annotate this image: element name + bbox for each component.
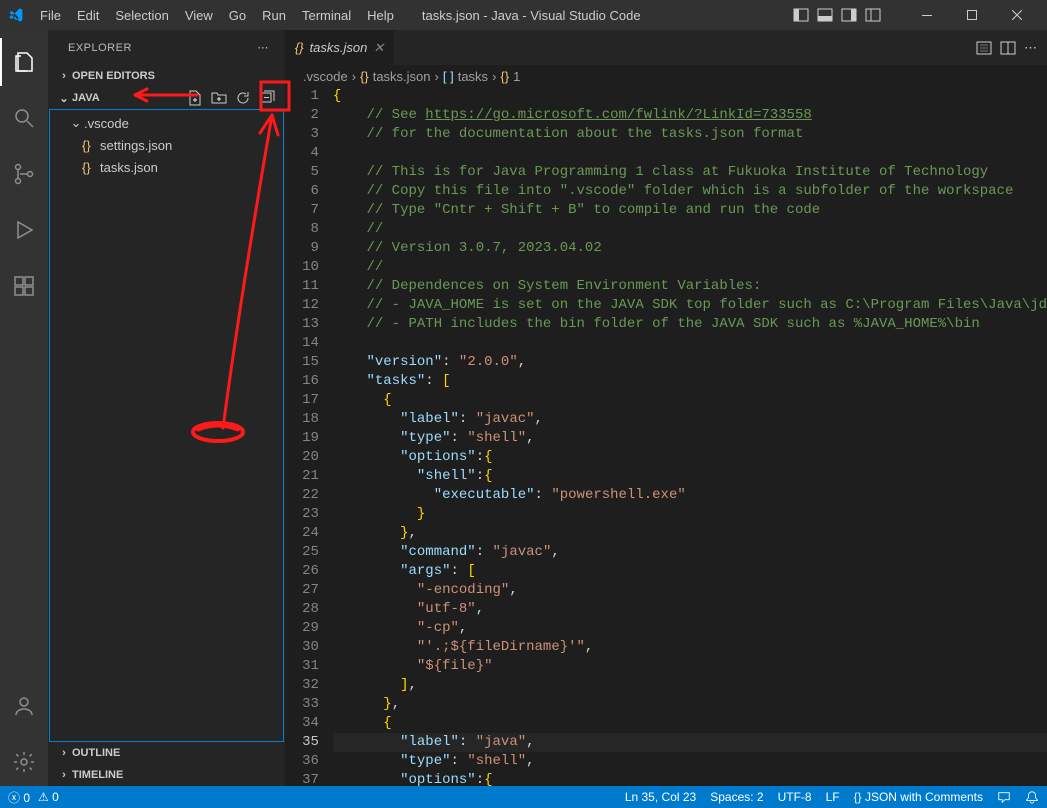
chevron-right-icon: › [56,747,72,759]
chevron-right-icon: › [56,70,72,82]
vscode-logo-icon [8,7,24,23]
activity-search[interactable] [0,94,48,142]
menu-run[interactable]: Run [254,4,294,27]
activity-run-debug[interactable] [0,206,48,254]
tree-file-settings[interactable]: {} settings.json [50,134,283,156]
menu-file[interactable]: File [32,4,69,27]
collapse-all-icon[interactable] [257,88,277,108]
layout-sidebar-left-icon[interactable] [790,4,812,26]
chevron-right-icon: › [435,69,439,84]
json-icon: {} [82,160,100,175]
status-warnings[interactable]: ⚠ 0 [38,790,59,804]
code-content[interactable]: { // See https://go.microsoft.com/fwlink… [333,87,1047,786]
minimize-button[interactable] [904,0,949,30]
editor-actions: ⋯ [966,30,1047,65]
new-folder-icon[interactable] [209,88,229,108]
folder-label: .vscode [84,116,129,131]
status-notifications-icon[interactable] [1025,790,1039,804]
editor-group: {} tasks.json ✕ ⋯ .vscode › {} tasks.jso… [285,30,1047,786]
close-icon[interactable]: ✕ [373,40,384,56]
window-controls [904,0,1039,30]
timeline-section[interactable]: › TIMELINE [48,764,285,786]
open-editors-label: OPEN EDITORS [72,70,155,82]
activity-bar [0,30,48,786]
menu-edit[interactable]: Edit [69,4,107,27]
window-title: tasks.json - Java - Visual Studio Code [402,8,790,23]
chevron-down-icon: ⌄ [68,115,84,131]
activity-explorer[interactable] [0,38,48,86]
tree-folder-vscode[interactable]: ⌄ .vscode [50,112,283,134]
workspace-name: JAVA [72,92,185,104]
status-eol[interactable]: LF [826,790,840,804]
status-errors[interactable]: ⓧ 0 [8,789,30,806]
status-indentation[interactable]: Spaces: 2 [710,790,763,804]
explorer-sidebar: EXPLORER ⋯ › OPEN EDITORS ⌄ JAVA ⌄ .vsco… [48,30,285,786]
sidebar-title: EXPLORER [68,42,257,54]
file-label: settings.json [100,138,172,153]
menu-view[interactable]: View [177,4,221,27]
line-numbers: 1234567891011121314151617181920212223242… [285,87,333,786]
outline-section[interactable]: › OUTLINE [48,742,285,764]
menu-terminal[interactable]: Terminal [294,4,359,27]
layout-customize-icon[interactable] [862,4,884,26]
breadcrumb-index[interactable]: 1 [513,69,520,84]
file-tree: ⌄ .vscode {} settings.json {} tasks.json [49,109,284,742]
sidebar-header: EXPLORER ⋯ [48,30,285,65]
layout-sidebar-right-icon[interactable] [838,4,860,26]
workspace-folder-header[interactable]: ⌄ JAVA [48,87,285,109]
activity-source-control[interactable] [0,150,48,198]
status-encoding[interactable]: UTF-8 [778,790,812,804]
json-icon: {} [500,69,509,84]
split-editor-right-icon[interactable] [1000,40,1016,56]
status-language[interactable]: {} JSON with Comments [854,790,983,804]
chevron-right-icon: › [492,69,496,84]
status-feedback-icon[interactable] [997,790,1011,804]
chevron-right-icon: › [352,69,356,84]
outline-label: OUTLINE [72,747,120,759]
timeline-label: TIMELINE [72,769,123,781]
breadcrumb[interactable]: .vscode › {} tasks.json › [ ] tasks › {}… [285,65,1047,87]
chevron-right-icon: › [56,769,72,781]
tab-label: tasks.json [310,40,368,55]
json-icon: {} [82,138,100,153]
breadcrumb-symbol[interactable]: tasks [458,69,488,84]
status-bar: ⓧ 0 ⚠ 0 Ln 35, Col 23 Spaces: 2 UTF-8 LF… [0,786,1047,808]
breadcrumb-folder[interactable]: .vscode [303,69,348,84]
array-icon: [ ] [443,69,454,84]
close-button[interactable] [994,0,1039,30]
layout-icons [790,4,884,26]
json-icon: {} [360,69,369,84]
json-icon: {} [295,40,304,55]
refresh-icon[interactable] [233,88,253,108]
menu-bar: File Edit Selection View Go Run Terminal… [32,4,402,27]
code-editor[interactable]: 1234567891011121314151617181920212223242… [285,87,1047,786]
status-cursor-position[interactable]: Ln 35, Col 23 [625,790,696,804]
tab-bar: {} tasks.json ✕ ⋯ [285,30,1047,65]
open-editors-section[interactable]: › OPEN EDITORS [48,65,285,87]
file-label: tasks.json [100,160,158,175]
new-file-icon[interactable] [185,88,205,108]
breadcrumb-file[interactable]: tasks.json [373,69,431,84]
activity-extensions[interactable] [0,262,48,310]
tree-file-tasks[interactable]: {} tasks.json [50,156,283,178]
more-actions-icon[interactable]: ⋯ [1024,40,1037,56]
chevron-down-icon: ⌄ [56,92,72,105]
layout-panel-icon[interactable] [814,4,836,26]
tab-tasks-json[interactable]: {} tasks.json ✕ [285,30,395,65]
split-editor-icon[interactable] [976,40,992,56]
activity-accounts[interactable] [0,682,48,730]
menu-go[interactable]: Go [221,4,254,27]
activity-settings[interactable] [0,738,48,786]
menu-help[interactable]: Help [359,4,402,27]
menu-selection[interactable]: Selection [107,4,176,27]
maximize-button[interactable] [949,0,994,30]
titlebar: File Edit Selection View Go Run Terminal… [0,0,1047,30]
sidebar-more-icon[interactable]: ⋯ [257,41,269,54]
